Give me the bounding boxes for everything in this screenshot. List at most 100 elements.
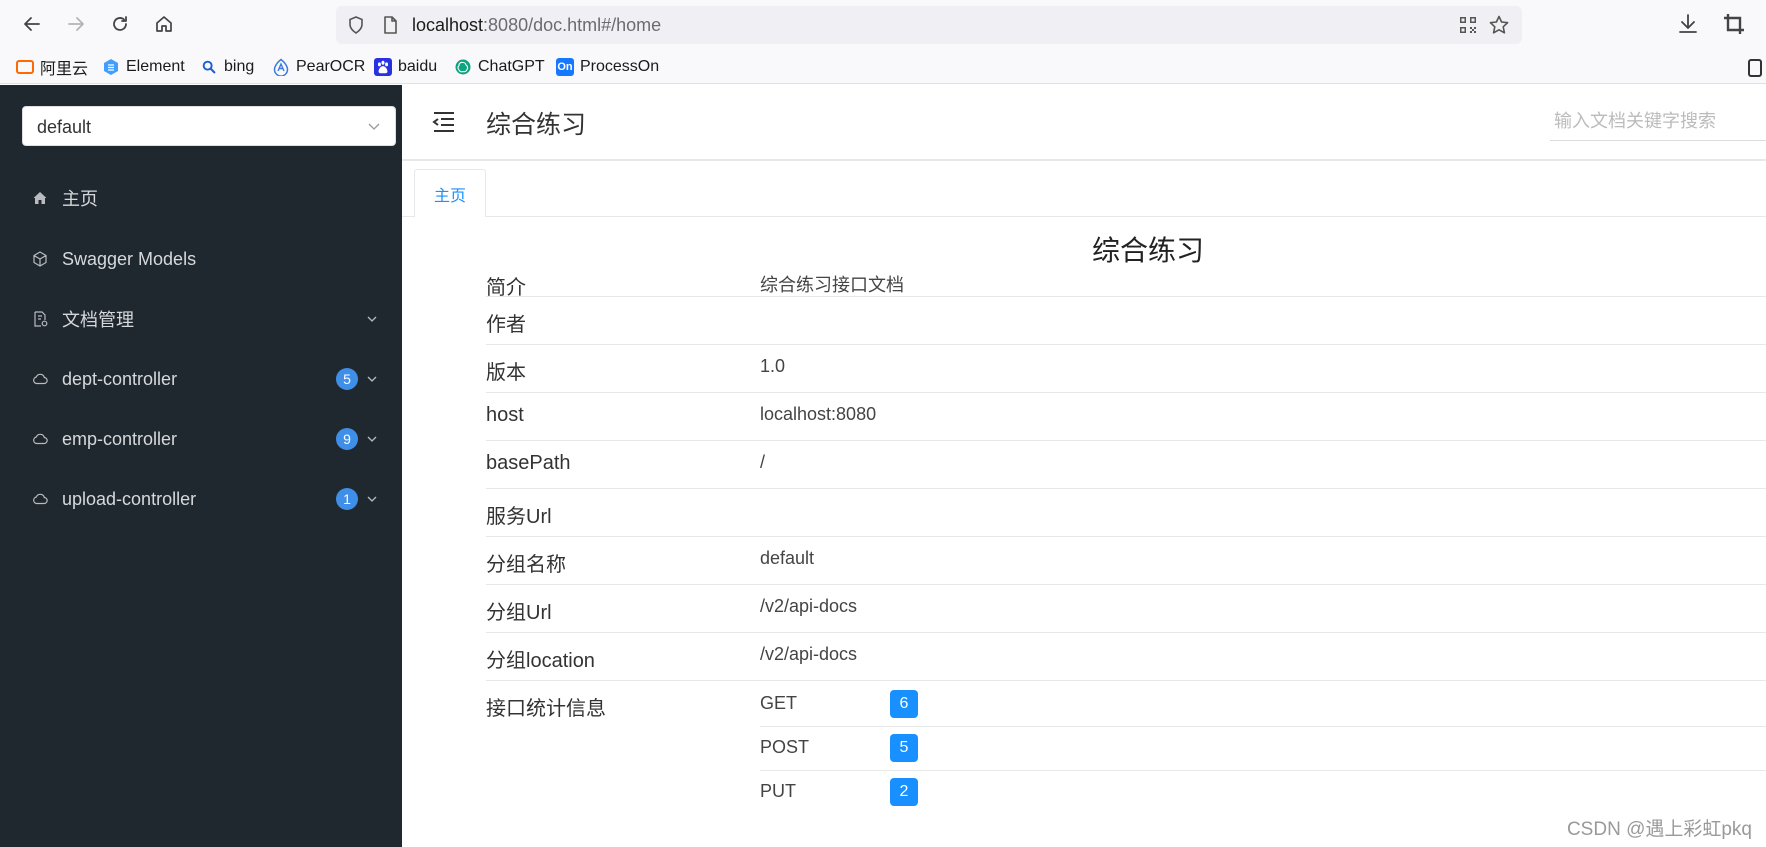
bookmark-label: ChatGPT	[478, 58, 545, 75]
shield-icon[interactable]	[346, 15, 366, 35]
download-icon[interactable]	[1676, 12, 1700, 36]
info-value: 综合练习接口文档	[760, 275, 904, 295]
info-value: /v2/api-docs	[760, 596, 858, 616]
bookmark-baidu[interactable]: baidu	[374, 57, 437, 77]
stat-row: PUT 2	[760, 771, 1766, 815]
count-badge: 5	[890, 734, 918, 762]
page-icon[interactable]	[380, 15, 400, 35]
arrow-right-icon	[68, 17, 84, 31]
info-key: host	[486, 404, 524, 426]
page-title: 综合练习	[486, 111, 587, 139]
info-key: basePath	[486, 452, 571, 474]
cloud-icon	[33, 493, 48, 505]
menu-fold-icon[interactable]	[432, 111, 456, 133]
address-bar[interactable]: localhost:8080/doc.html#/home	[336, 6, 1522, 44]
element-icon	[102, 58, 120, 76]
info-row: 分组Url /v2/api-docs	[486, 585, 1766, 633]
chevron-down-icon	[367, 376, 377, 382]
info-row: 简介 综合练习接口文档	[486, 249, 1766, 299]
stat-row: POST 5	[760, 727, 1766, 771]
info-row: 服务Url	[486, 489, 1766, 537]
bookmark-label: Element	[126, 58, 185, 75]
browser-toolbar: localhost:8080/doc.html#/home	[0, 0, 1766, 50]
chevron-down-icon	[367, 436, 377, 442]
sidebar: default 主页 Swagger Models 文档管理 dept-cont…	[0, 85, 402, 847]
forward-button[interactable]	[62, 10, 90, 38]
search-icon	[200, 58, 218, 76]
group-select-value: default	[37, 117, 92, 137]
sidebar-item-label: 文档管理	[62, 310, 134, 330]
info-value: default	[760, 548, 815, 568]
sidebar-item-label: Swagger Models	[62, 248, 197, 269]
baidu-icon	[374, 58, 392, 76]
count-badge: 2	[890, 778, 918, 806]
star-icon[interactable]	[1488, 14, 1510, 36]
cube-icon	[33, 251, 47, 267]
aliyun-icon	[16, 60, 34, 74]
search-box[interactable]	[1550, 103, 1766, 141]
chevron-down-icon	[368, 123, 380, 130]
info-row: basePath /	[486, 441, 1766, 489]
http-method: GET	[760, 693, 798, 713]
pearocr-icon	[272, 58, 290, 76]
bookmark-element[interactable]: Element	[102, 57, 185, 77]
search-input[interactable]	[1550, 103, 1766, 140]
info-row: 作者	[486, 297, 1766, 345]
sidebar-item-upload-controller[interactable]: upload-controller 1	[0, 471, 402, 527]
tablet-icon[interactable]	[1748, 59, 1762, 77]
reload-icon	[113, 16, 127, 31]
bookmark-label: baidu	[398, 58, 438, 75]
tab-home[interactable]: 主页	[414, 169, 486, 218]
info-key: 接口统计信息	[486, 698, 606, 720]
sidebar-item-emp-controller[interactable]: emp-controller 9	[0, 411, 402, 467]
doc-content: 综合练习 简介 综合练习接口文档 作者 版本 1.0 host localhos…	[402, 217, 1766, 847]
cloud-icon	[33, 373, 48, 385]
count-badge: 5	[336, 368, 358, 390]
home-button[interactable]	[150, 10, 178, 38]
qr-code-icon[interactable]	[1458, 15, 1478, 35]
bookmark-label: PearOCR	[296, 58, 366, 75]
sidebar-item-dept-controller[interactable]: dept-controller 5	[0, 351, 402, 407]
chatgpt-icon	[454, 58, 472, 76]
info-key: 作者	[486, 314, 526, 336]
tab-bar: 主页	[402, 161, 1766, 218]
chevron-down-icon	[367, 496, 377, 502]
bookmark-chatgpt[interactable]: ChatGPT	[454, 57, 545, 77]
url-host: localhost	[412, 15, 484, 35]
sidebar-item-home[interactable]: 主页	[0, 170, 402, 226]
bookmarks-bar: 阿里云 Element bing PearOCR baidu ChatGPT O…	[0, 50, 1766, 84]
count-badge: 9	[336, 428, 358, 450]
info-value: /	[760, 452, 766, 472]
bookmark-aliyun[interactable]: 阿里云	[16, 57, 89, 78]
sidebar-item-doc-management[interactable]: 文档管理	[0, 291, 402, 347]
bookmark-processon[interactable]: On ProcessOn	[556, 57, 659, 77]
doc-settings-icon	[34, 311, 48, 327]
sidebar-item-label: emp-controller	[62, 428, 178, 449]
arrow-left-icon	[24, 17, 40, 31]
processon-icon: On	[556, 58, 574, 76]
info-value: localhost:8080	[760, 404, 877, 424]
sidebar-item-swagger-models[interactable]: Swagger Models	[0, 231, 402, 287]
reload-button[interactable]	[106, 10, 134, 38]
info-row: host localhost:8080	[486, 393, 1766, 441]
info-key: 服务Url	[486, 506, 552, 528]
url-path: :8080/doc.html#/home	[483, 15, 662, 35]
bookmark-label: bing	[224, 58, 255, 75]
chevron-down-icon	[367, 316, 377, 322]
count-badge: 6	[890, 690, 918, 718]
app-header: 综合练习	[402, 85, 1766, 161]
bookmark-label: 阿里云	[40, 61, 89, 78]
crop-icon[interactable]	[1722, 12, 1746, 36]
http-method: PUT	[760, 781, 796, 801]
group-select[interactable]: default	[22, 106, 396, 146]
cloud-icon	[33, 433, 48, 445]
back-button[interactable]	[18, 10, 46, 38]
bookmark-bing[interactable]: bing	[200, 57, 254, 77]
bookmark-pearocr[interactable]: PearOCR	[272, 57, 365, 77]
sidebar-item-label: dept-controller	[62, 368, 178, 389]
watermark: CSDN @遇上彩虹pkq	[1566, 819, 1752, 840]
info-row: 分组location /v2/api-docs	[486, 633, 1766, 681]
home-icon	[33, 192, 47, 204]
url-text[interactable]: localhost:8080/doc.html#/home	[412, 15, 661, 36]
info-key: 分组location	[486, 650, 595, 672]
